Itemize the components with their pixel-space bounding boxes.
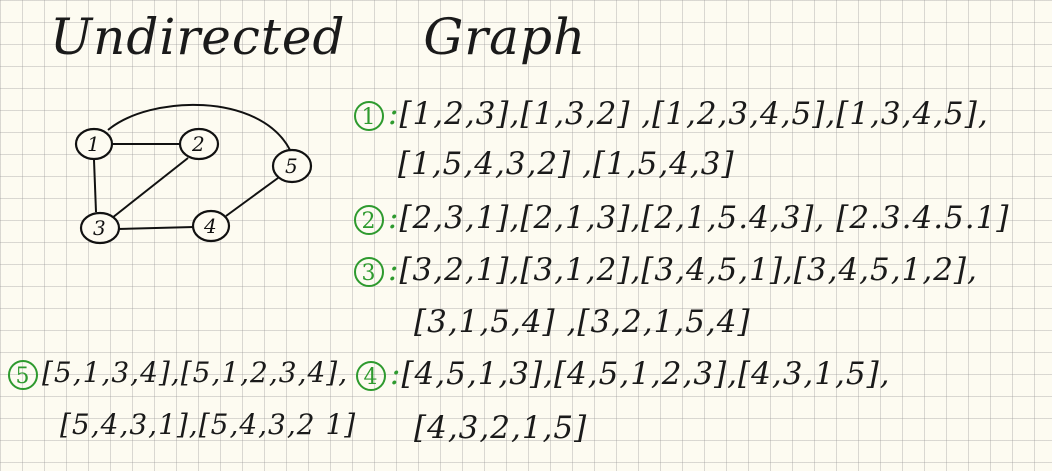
list-vertex-1-line-1: 1:[1,2,3],[1,3,2] ,[1,2,3,4,5],[1,3,4,5]…: [354, 96, 989, 132]
edge-4-5: [225, 177, 279, 217]
edge-2-3: [111, 157, 189, 219]
paths-text: [4,3,2,1,5]: [414, 410, 588, 446]
node-3: 3: [79, 211, 121, 245]
node-5: 5: [271, 148, 313, 184]
svg-text:3: 3: [93, 216, 106, 240]
paths-text: [4,5,1,3],[4,5,1,2,3],[4,3,1,5],: [401, 356, 891, 392]
list-vertex-3-line-1: 3:[3,2,1],[3,1,2],[3,4,5,1],[3,4,5,1,2],: [354, 252, 978, 288]
marker-vertex-3: 3: [354, 256, 384, 287]
edge-1-3: [93, 159, 97, 213]
title-word-graph: Graph: [423, 8, 587, 66]
paths-text: [2,3,1],[2,1,3],[2,1,5.4,3], [2.3.4.5.1]: [399, 200, 1010, 236]
marker-colon: :: [388, 200, 400, 236]
list-vertex-1-line-2: [1,5,4,3,2] ,[1,5,4,3]: [398, 146, 735, 182]
paths-text: [3,2,1],[3,1,2],[3,4,5,1],[3,4,5,1,2],: [399, 252, 978, 288]
marker-vertex-5: 5: [8, 359, 38, 390]
paths-text: [3,1,5,4] ,[3,2,1,5,4]: [414, 304, 751, 340]
node-2: 2: [178, 127, 220, 161]
marker-colon: :: [390, 356, 402, 392]
list-vertex-3-line-2: [3,1,5,4] ,[3,2,1,5,4]: [414, 304, 751, 340]
marker-vertex-2: 2: [354, 204, 384, 235]
page-title: Undirected Graph: [50, 8, 586, 66]
node-4: 4: [191, 209, 231, 243]
edge-3-4: [117, 226, 195, 230]
paths-text: [5,1,3,4],[5,1,2,3,4],: [42, 356, 349, 389]
svg-text:5: 5: [285, 154, 298, 178]
list-vertex-2-line-1: 2:[2,3,1],[2,1,3],[2,1,5.4,3], [2.3.4.5.…: [354, 200, 1009, 236]
list-vertex-5-line-1: 5 [5,1,3,4],[5,1,2,3,4],: [8, 356, 348, 390]
list-vertex-4-line-1: 4:[4,5,1,3],[4,5,1,2,3],[4,3,1,5],: [356, 356, 891, 392]
svg-text:1: 1: [87, 132, 100, 156]
marker-vertex-4: 4: [356, 360, 386, 391]
svg-text:2: 2: [191, 132, 205, 156]
marker-vertex-1: 1: [354, 100, 384, 131]
svg-text:4: 4: [203, 214, 217, 238]
paths-text: [5,4,3,1],[5,4,3,2 1]: [60, 408, 357, 441]
paths-text: [1,2,3],[1,3,2] ,[1,2,3,4,5],[1,3,4,5],: [399, 96, 989, 132]
graph-diagram: 1 2 3 4 5: [74, 103, 313, 245]
marker-colon: :: [388, 96, 400, 132]
paths-text: [1,5,4,3,2] ,[1,5,4,3]: [398, 146, 735, 182]
list-vertex-5-line-2: [5,4,3,1],[5,4,3,2 1]: [60, 408, 356, 441]
title-word-undirected: Undirected: [50, 8, 346, 66]
node-1: 1: [74, 127, 114, 161]
marker-colon: :: [388, 252, 400, 288]
list-vertex-4-line-2: [4,3,2,1,5]: [414, 410, 587, 446]
